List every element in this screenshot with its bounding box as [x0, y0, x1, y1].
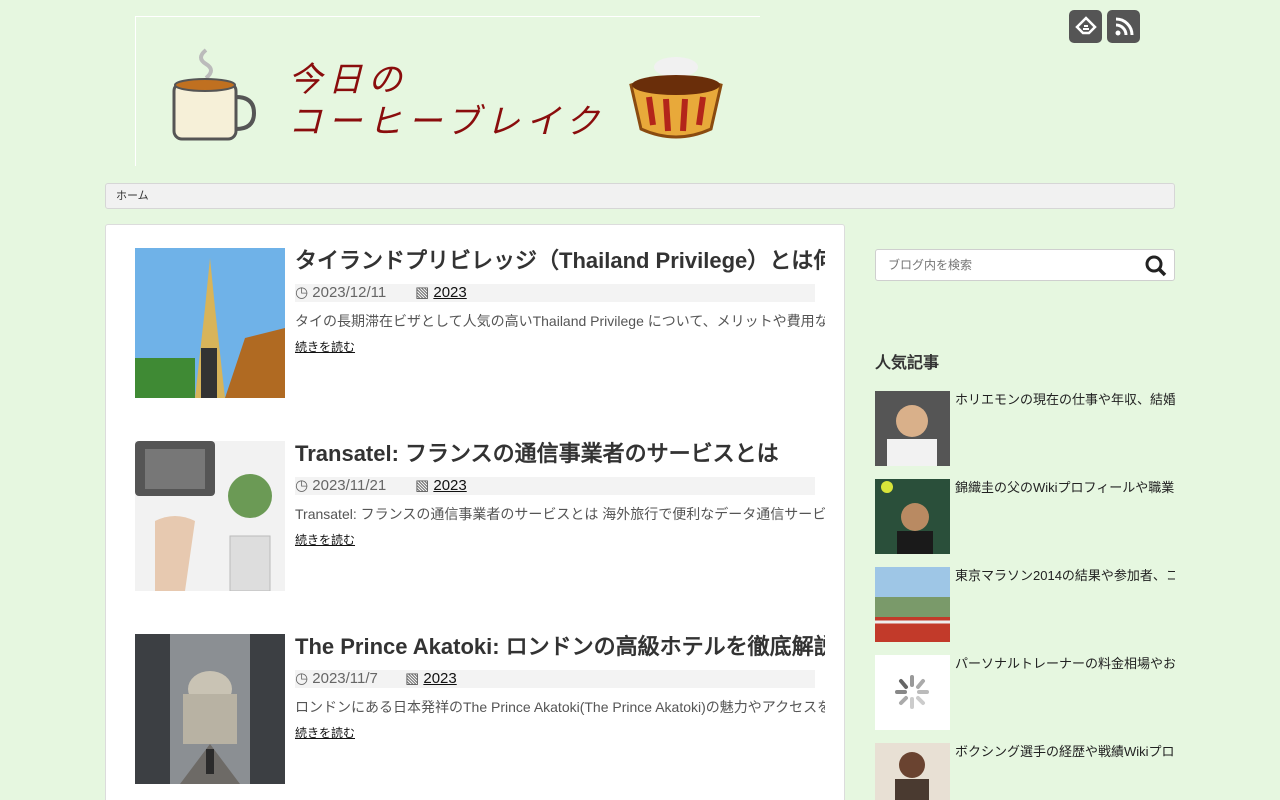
popular-title: 錦織圭の父のWikiプロフィールや職業、経歴を調べてみた [955, 480, 1175, 495]
clock-icon: ◷ [295, 477, 309, 494]
post-excerpt: ロンドンにある日本発祥のThe Prince Akatoki(The Princ… [295, 699, 825, 715]
popular-item[interactable]: 錦織圭の父のWikiプロフィールや職業、経歴を調べてみた [875, 479, 1175, 554]
post-title[interactable]: The Prince Akatoki: ロンドンの高級ホテルを徹底解説 [295, 634, 825, 660]
post-category: ▧ 2023 [415, 284, 467, 302]
coffee-cup-right-icon [629, 57, 723, 139]
post-date: ◷ 2023/11/21 [295, 477, 386, 495]
popular-item[interactable]: 東京マラソン2014の結果や参加者、コースについてまとめ [875, 567, 1175, 642]
popular-thumbnail [875, 567, 950, 642]
search-input[interactable] [876, 250, 1136, 280]
read-more-link[interactable]: 続きを読む [295, 531, 355, 548]
post-category: ▧ 2023 [405, 670, 457, 688]
post-thumbnail[interactable] [135, 634, 285, 784]
folder-icon: ▧ [405, 670, 420, 687]
logo-line-1: 今日の [288, 60, 408, 100]
post-date-text: 2023/11/7 [312, 670, 378, 687]
post-entry: Transatel: フランスの通信事業者のサービスとは ◷ 2023/11/2… [135, 441, 825, 591]
logo-line-2: コーヒーブレイク [288, 102, 606, 142]
popular-title: ホリエモンの現在の仕事や年収、結婚相手について調べてみた [955, 392, 1175, 407]
category-link[interactable]: 2023 [433, 284, 466, 301]
popular-heading: 人気記事 [875, 355, 940, 372]
popular-title: パーソナルトレーナーの料金相場やおすすめジムまとめ [955, 656, 1175, 671]
popular-thumbnail [875, 391, 950, 466]
popular-thumbnail [875, 479, 950, 554]
popular-item[interactable]: ホリエモンの現在の仕事や年収、結婚相手について調べてみた [875, 391, 1175, 466]
post-thumbnail[interactable] [135, 248, 285, 398]
popular-item[interactable]: パーソナルトレーナーの料金相場やおすすめジムまとめ [875, 655, 1175, 730]
post-date-text: 2023/11/21 [312, 477, 387, 494]
post-excerpt: タイの長期滞在ビザとして人気の高いThailand Privilege について… [295, 313, 825, 329]
main-content: タイランドプリビレッジ（Thailand Privilege）とは何ですか ◷ … [105, 224, 845, 800]
post-thumbnail[interactable] [135, 441, 285, 591]
read-more-link[interactable]: 続きを読む [295, 724, 355, 741]
search-icon[interactable] [1144, 254, 1168, 278]
post-entry: The Prince Akatoki: ロンドンの高級ホテルを徹底解説 ◷ 20… [135, 634, 825, 784]
popular-title: 東京マラソン2014の結果や参加者、コースについてまとめ [955, 568, 1175, 583]
loading-icon [875, 655, 950, 730]
post-meta: ◷ 2023/11/21 ▧ 2023 [295, 477, 815, 495]
coffee-cup-left-icon [172, 48, 257, 141]
folder-icon: ▧ [415, 284, 430, 301]
category-link[interactable]: 2023 [433, 477, 466, 494]
rss-icon[interactable] [1107, 10, 1140, 43]
header-banner[interactable]: 今日の コーヒーブレイク [135, 16, 760, 166]
feedly-icon[interactable] [1069, 10, 1102, 43]
post-excerpt: Transatel: フランスの通信事業者のサービスとは 海外旅行で便利なデータ… [295, 506, 825, 522]
site-logo-text: 今日の コーヒーブレイク [288, 59, 605, 143]
post-meta: ◷ 2023/12/11 ▧ 2023 [295, 284, 815, 302]
post-meta: ◷ 2023/11/7 ▧ 2023 [295, 670, 815, 688]
top-icons [1069, 10, 1140, 43]
clock-icon: ◷ [295, 284, 309, 301]
read-more-link[interactable]: 続きを読む [295, 338, 355, 355]
breadcrumb-home[interactable]: ホーム [116, 190, 149, 202]
post-date-text: 2023/12/11 [312, 284, 387, 301]
clock-icon: ◷ [295, 670, 309, 687]
post-date: ◷ 2023/12/11 [295, 284, 386, 302]
popular-title: ボクシング選手の経歴や戦績Wikiプロフィールを調べてみた [955, 744, 1175, 759]
post-entry: タイランドプリビレッジ（Thailand Privilege）とは何ですか ◷ … [135, 248, 825, 398]
post-date: ◷ 2023/11/7 [295, 670, 378, 688]
post-title[interactable]: タイランドプリビレッジ（Thailand Privilege）とは何ですか [295, 248, 825, 274]
category-link[interactable]: 2023 [423, 670, 456, 687]
post-category: ▧ 2023 [415, 477, 467, 495]
search-box [875, 249, 1175, 281]
folder-icon: ▧ [415, 477, 430, 494]
post-title[interactable]: Transatel: フランスの通信事業者のサービスとは [295, 441, 825, 467]
popular-item[interactable]: ボクシング選手の経歴や戦績Wikiプロフィールを調べてみた [875, 743, 1175, 800]
popular-thumbnail [875, 743, 950, 800]
breadcrumb: ホーム [105, 183, 1175, 209]
